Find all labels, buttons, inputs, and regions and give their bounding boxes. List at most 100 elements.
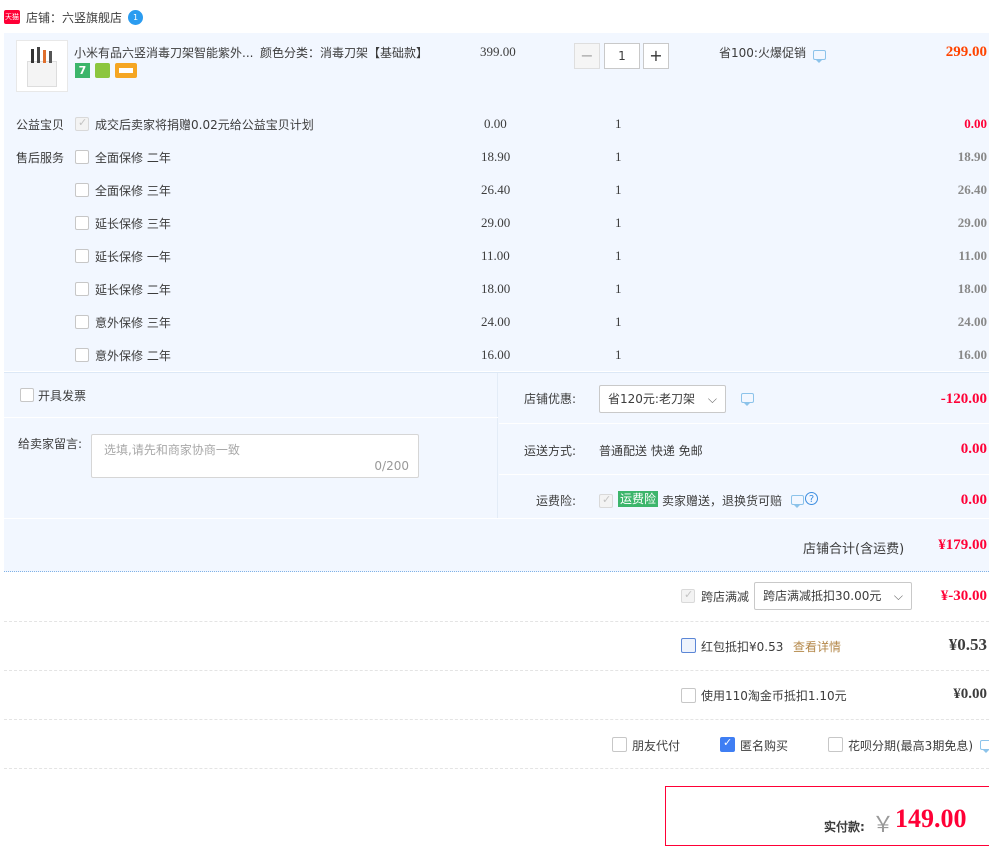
item-promo: 省100:火爆促销 <box>719 46 806 60</box>
item-spec: 颜色分类：消毒刀架【基础款】 <box>260 46 429 60</box>
insurance-amount: 0.00 <box>960 492 987 508</box>
red-packet-checkbox[interactable] <box>681 638 696 653</box>
invoice-label[interactable]: 开具发票 <box>38 387 86 404</box>
service-qty: 1 <box>615 347 622 362</box>
service-qty: 1 <box>615 281 622 296</box>
service-total: 18.90 <box>957 149 987 164</box>
quantity-input[interactable]: 1 <box>604 43 640 69</box>
coins-checkbox[interactable] <box>681 688 696 703</box>
service-name: 延长保修 二年 <box>95 283 171 297</box>
service-checkbox[interactable] <box>75 282 89 296</box>
friend-pay-checkbox[interactable] <box>612 737 627 752</box>
anonymous-checkbox[interactable] <box>720 736 735 752</box>
divider <box>4 417 498 418</box>
service-badge-card-icon <box>115 63 137 78</box>
cross-shop-label: 跨店满减 <box>701 590 750 604</box>
service-total: 29.00 <box>957 215 987 230</box>
service-badge-medal-icon <box>95 63 110 78</box>
message-placeholder: 选填,请先和商家协商一致 <box>104 443 240 457</box>
service-qty: 1 <box>615 314 622 329</box>
payment-currency: ￥ <box>872 812 895 837</box>
service-price: 16.00 <box>481 347 511 362</box>
payment-amount: 149.00 <box>895 804 967 833</box>
service-price: 29.00 <box>481 215 511 230</box>
huabei-label[interactable]: 花呗分期(最高3期免息) <box>848 737 973 754</box>
service-checkbox[interactable] <box>75 216 89 230</box>
discount-comment-icon[interactable] <box>741 393 754 406</box>
service-price: 24.00 <box>481 314 511 329</box>
shop-discount-value: 省120元:老刀架 <box>608 392 695 406</box>
service-name: 延长保修 一年 <box>95 250 171 264</box>
promo-comment-icon[interactable] <box>813 50 826 63</box>
service-checkbox[interactable] <box>75 348 89 362</box>
quantity-decrease-button[interactable]: − <box>574 43 600 69</box>
huabei-comment-icon[interactable] <box>980 740 989 753</box>
service-total: 18.00 <box>957 281 987 296</box>
charity-total: 0.00 <box>964 116 987 131</box>
tmall-badge-icon: 天猫 <box>4 10 20 24</box>
divider <box>499 474 989 475</box>
insurance-text: 卖家赠送，退换货可赔 <box>662 494 783 508</box>
insurance-tag: 运费险 <box>618 491 659 507</box>
coins-label: 使用110淘金币抵扣1.10元 <box>701 689 847 703</box>
divider <box>499 423 989 424</box>
charity-price: 0.00 <box>484 116 507 131</box>
quantity-increase-button[interactable]: + <box>643 43 669 69</box>
shop-total-label: 店铺合计(含运费) <box>803 542 905 557</box>
service-qty: 1 <box>615 215 622 230</box>
message-counter: 0/200 <box>374 459 409 473</box>
payment-label: 实付款: <box>824 820 865 834</box>
service-total: 26.40 <box>957 182 987 197</box>
anonymous-label[interactable]: 匿名购买 <box>740 737 788 754</box>
service-name: 全面保修 三年 <box>95 184 171 198</box>
shop-name-link[interactable]: 店铺：六竖旗舰店 <box>26 9 122 26</box>
cross-shop-checkbox <box>681 588 695 603</box>
service-name: 意外保修 二年 <box>95 349 171 363</box>
service-total: 24.00 <box>957 314 987 329</box>
item-title-link[interactable]: 小米有品六竖消毒刀架智能紫外... <box>74 44 254 61</box>
shipping-amount: 0.00 <box>960 441 987 457</box>
shop-discount-label: 店铺优惠: <box>524 392 577 406</box>
chevron-down-icon: ⌵ <box>707 392 717 406</box>
service-qty: 1 <box>615 182 622 197</box>
service-badge-7day-icon: 7 <box>75 63 90 78</box>
invoice-checkbox[interactable] <box>20 388 34 402</box>
shop-discount-select[interactable]: 省120元:老刀架 ⌵ <box>599 385 726 413</box>
friend-pay-label[interactable]: 朋友代付 <box>632 737 680 754</box>
charity-checkbox <box>75 116 89 131</box>
coins-amount: ¥0.00 <box>953 686 987 702</box>
service-qty: 1 <box>615 248 622 263</box>
huabei-checkbox[interactable] <box>828 737 843 752</box>
red-packet-details-link[interactable]: 查看详情 <box>793 638 841 655</box>
service-name: 意外保修 三年 <box>95 316 171 330</box>
divider <box>4 768 989 769</box>
payment-summary-box: 实付款: ￥ 149.00 <box>665 786 989 846</box>
service-price: 11.00 <box>481 248 510 263</box>
insurance-comment-icon[interactable] <box>791 495 804 508</box>
divider <box>4 670 989 671</box>
service-price: 18.00 <box>481 281 511 296</box>
insurance-label: 运费险: <box>536 494 577 508</box>
shop-chat-icon[interactable]: 1 <box>128 10 143 25</box>
help-icon[interactable]: ? <box>805 492 818 505</box>
shop-total-value: ¥179.00 <box>938 537 987 553</box>
chevron-down-icon: ⌵ <box>893 589 903 603</box>
shipping-label: 运送方式: <box>524 444 577 458</box>
shipping-value: 普通配送 快递 免邮 <box>599 444 703 458</box>
shop-discount-amount: -120.00 <box>940 391 987 407</box>
service-checkbox[interactable] <box>75 249 89 263</box>
item-unit-price: 399.00 <box>480 44 516 59</box>
product-thumbnail[interactable] <box>16 40 68 92</box>
cross-shop-select[interactable]: 跨店满减抵扣30.00元 ⌵ <box>754 582 912 610</box>
service-label: 售后服务 <box>16 151 65 165</box>
service-name: 延长保修 三年 <box>95 217 171 231</box>
service-checkbox[interactable] <box>75 150 89 164</box>
divider <box>4 621 989 622</box>
divider <box>4 518 989 519</box>
message-textarea[interactable]: 选填,请先和商家协商一致 0/200 <box>91 434 419 478</box>
service-checkbox[interactable] <box>75 315 89 329</box>
item-subtotal: 299.00 <box>945 44 987 60</box>
service-price: 26.40 <box>481 182 511 197</box>
charity-text: 成交后卖家将捐赠0.02元给公益宝贝计划 <box>95 118 314 132</box>
service-checkbox[interactable] <box>75 183 89 197</box>
